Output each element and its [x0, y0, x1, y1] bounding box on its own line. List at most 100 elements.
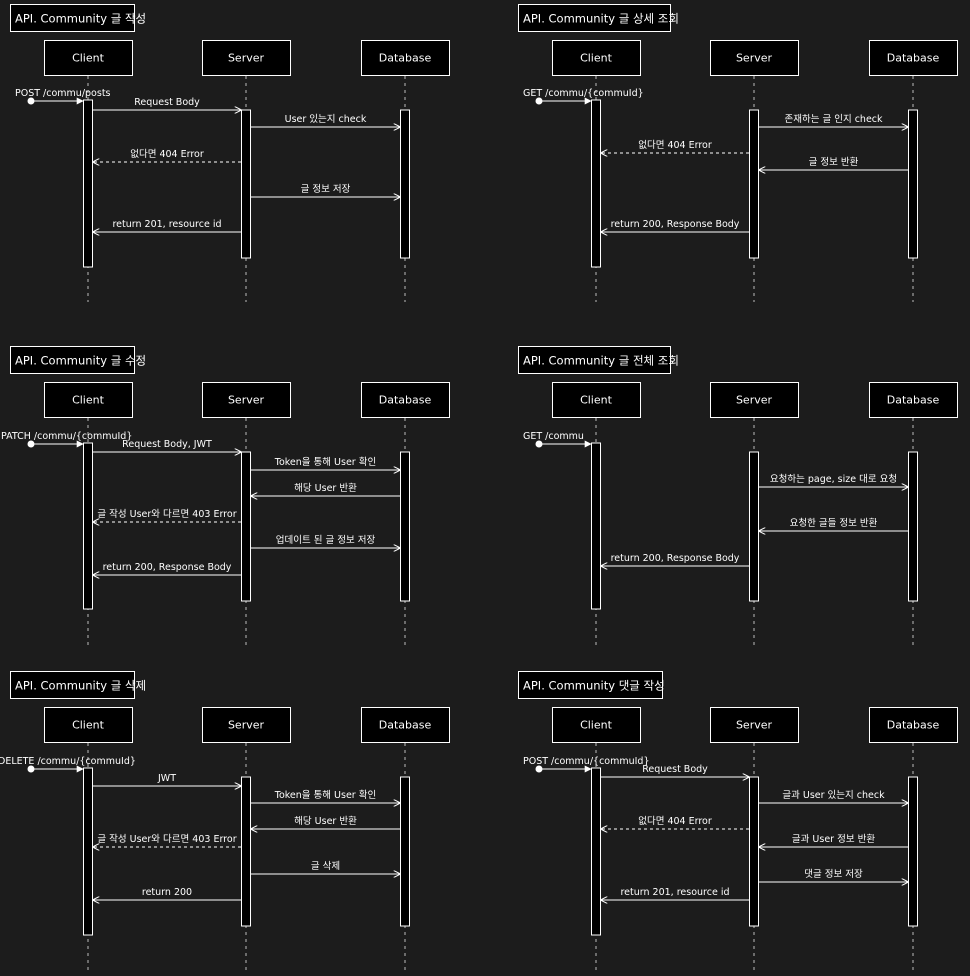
diagram-title: API. Community 글 전체 조회	[518, 346, 679, 374]
activation-bar-server	[749, 776, 759, 927]
message: return 200	[93, 887, 241, 900]
message: 요청한 글들 정보 반환	[759, 517, 908, 531]
sequence-diagram: API. Community 글 상세 조회 Client Server Databa…	[518, 4, 958, 302]
activation-bar-database	[908, 109, 918, 259]
message-label: POST /commu/{commuId}	[523, 756, 650, 767]
diagram-title-text: API. Community 글 수정	[15, 354, 146, 368]
message-label: 글 삭제	[311, 861, 340, 872]
activation-bar-client	[83, 99, 93, 268]
diagram-title-text: API. Community 글 작성	[15, 12, 146, 26]
participant-label-server: Server	[736, 52, 773, 65]
message: 댓글 정보 저장	[759, 869, 908, 882]
message-label: DELETE /commu/{commuId}	[0, 756, 136, 767]
message: return 200, Response Body	[601, 553, 749, 566]
message: 글과 User 정보 반환	[759, 833, 908, 847]
message: 업데이트 된 글 정보 저장	[251, 534, 400, 548]
participant-label-database: Database	[379, 52, 432, 65]
message-label: 글과 User 정보 반환	[792, 833, 875, 845]
message-label: Request Body, JWT	[122, 439, 212, 450]
message: return 201, resource id	[601, 887, 749, 900]
sequence-diagrams-canvas: API. Community 글 작성 Client Server Database P…	[0, 4, 958, 970]
message-label: Token을 통해 User 확인	[274, 456, 376, 468]
message-label: 글 정보 저장	[301, 184, 351, 195]
participant-label-database: Database	[887, 52, 940, 65]
message-label: 댓글 정보 저장	[804, 869, 863, 880]
message-label: Request Body	[642, 764, 708, 775]
message-label: 해당 User 반환	[294, 482, 357, 494]
message-label: PATCH /commu/{commuId}	[1, 431, 132, 442]
diagram-title: API. Community 글 삭제	[10, 671, 146, 699]
diagram-title: API. Community 글 작성	[10, 4, 146, 32]
message: POST /commu/posts	[15, 88, 111, 105]
diagram-title-text: API. Community 글 삭제	[15, 679, 146, 693]
diagram-title: API. Community 댓글 작성	[518, 671, 665, 699]
message: 요청하는 page, size 대로 요청	[759, 473, 908, 487]
message-label: 글 정보 반환	[809, 156, 859, 168]
participant-label-server: Server	[228, 394, 265, 407]
activation-bar-server	[749, 109, 759, 259]
message: return 201, resource id	[93, 219, 241, 232]
diagram-title: API. Community 글 상세 조회	[518, 4, 679, 32]
message: 없다면 404 Error	[601, 139, 749, 153]
message-label: User 있는지 check	[285, 113, 367, 125]
sequence-diagram: API. Community 글 수정 Client Server Database P…	[1, 346, 450, 645]
message: 글 정보 저장	[251, 184, 400, 197]
participant-label-client: Client	[72, 394, 105, 407]
activation-bar-database	[400, 109, 410, 259]
message-label: return 200, Response Body	[103, 562, 232, 573]
message-label: GET /commu/{commuId}	[523, 88, 644, 99]
participant-label-client: Client	[580, 394, 613, 407]
message-label: return 200	[142, 887, 192, 898]
activation-bar-server	[241, 451, 251, 602]
message-label: return 201, resource id	[620, 887, 729, 898]
message-label: 글 작성 User와 다르면 403 Error	[97, 508, 236, 520]
message: 글과 User 있는지 check	[759, 789, 908, 803]
message-label: GET /commu	[523, 431, 584, 442]
message-label: 요청하는 page, size 대로 요청	[770, 473, 897, 485]
diagram-title-text: API. Community 글 전체 조회	[523, 354, 679, 368]
message-label: 요청한 글들 정보 반환	[790, 517, 878, 529]
activation-bar-server	[241, 776, 251, 927]
message: PATCH /commu/{commuId}	[1, 431, 132, 448]
activation-bar-client	[83, 767, 93, 936]
message: 존재하는 글 인지 check	[759, 113, 908, 127]
message: POST /commu/{commuId}	[523, 756, 650, 773]
message: JWT	[93, 773, 241, 786]
participant-label-client: Client	[580, 52, 613, 65]
activation-bar-client	[591, 767, 601, 936]
message-label: POST /commu/posts	[15, 88, 111, 99]
participant-label-database: Database	[379, 719, 432, 732]
activation-bar-client	[83, 442, 93, 610]
activation-bar-database	[908, 776, 918, 927]
activation-bar-database	[400, 451, 410, 602]
message: 없다면 404 Error	[601, 815, 749, 829]
message: 해당 User 반환	[251, 482, 400, 496]
activation-bar-client	[591, 442, 601, 610]
message: return 200, Response Body	[601, 219, 749, 232]
activation-bar-database	[908, 451, 918, 602]
sequence-diagram: API. Community 글 작성 Client Server Database P…	[10, 4, 450, 302]
activation-bar-server	[241, 109, 251, 259]
message: 글 작성 User와 다르면 403 Error	[93, 833, 241, 847]
participant-label-server: Server	[228, 719, 265, 732]
participant-label-database: Database	[379, 394, 432, 407]
message-label: 업데이트 된 글 정보 저장	[276, 534, 376, 546]
message: Token을 통해 User 확인	[251, 789, 400, 803]
participant-label-client: Client	[72, 52, 105, 65]
message: 글 삭제	[251, 861, 400, 874]
diagram-title-text: API. Community 글 상세 조회	[523, 12, 679, 26]
sequence-diagram: API. Community 댓글 작성 Client Server Database…	[518, 671, 958, 970]
message-label: 글 작성 User와 다르면 403 Error	[97, 833, 236, 845]
message: 글 작성 User와 다르면 403 Error	[93, 508, 241, 522]
diagram-title-text: API. Community 댓글 작성	[523, 679, 665, 693]
message-label: 없다면 404 Error	[638, 815, 712, 827]
message-label: return 201, resource id	[112, 219, 221, 230]
message: DELETE /commu/{commuId}	[0, 756, 136, 773]
message: User 있는지 check	[251, 113, 400, 127]
message: 글 정보 반환	[759, 156, 908, 170]
message-label: Request Body	[134, 97, 200, 108]
message-label: Token을 통해 User 확인	[274, 789, 376, 801]
message-label: 글과 User 있는지 check	[782, 789, 885, 801]
message: return 200, Response Body	[93, 562, 241, 575]
message-label: return 200, Response Body	[611, 553, 740, 564]
